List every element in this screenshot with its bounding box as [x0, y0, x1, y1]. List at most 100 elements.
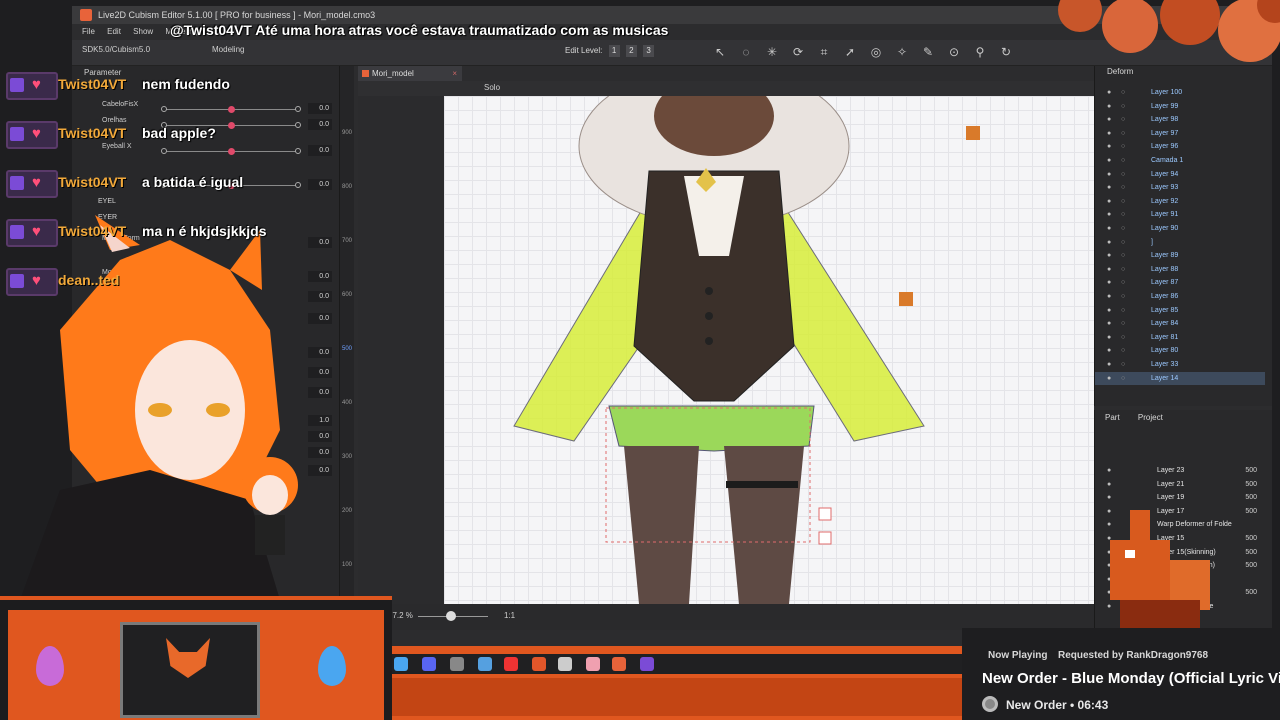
slider-knob[interactable] — [228, 106, 235, 113]
youtube-icon[interactable] — [504, 657, 518, 671]
param-value[interactable]: 0.0 — [308, 103, 332, 114]
layer-row[interactable]: ● ○ Layer 84 — [1095, 317, 1265, 330]
lock-icon[interactable]: ○ — [1121, 263, 1125, 276]
slider-max-point[interactable] — [295, 148, 301, 154]
slider-max-point[interactable] — [295, 122, 301, 128]
layer-row[interactable]: ● ○ Layer 80 — [1095, 344, 1265, 357]
tab-mori-model[interactable]: Mori_model × — [358, 66, 462, 81]
eye-icon[interactable]: ● — [1107, 113, 1111, 126]
tab-project[interactable]: Project — [1138, 413, 1163, 422]
lock-icon[interactable]: ○ — [1121, 317, 1125, 330]
rotate-tool-icon[interactable]: ⟳ — [790, 44, 806, 60]
layer-row[interactable]: ● ○ Layer 91 — [1095, 208, 1265, 221]
layer-row[interactable]: ● ○ Layer 89 — [1095, 249, 1265, 262]
slider-min-point[interactable] — [161, 148, 167, 154]
discord-icon[interactable] — [422, 657, 436, 671]
eye-icon[interactable]: ● — [1107, 127, 1111, 140]
lock-icon[interactable]: ○ — [1121, 249, 1125, 262]
group-eyel[interactable]: EYEL — [98, 198, 116, 205]
glue-tool-icon[interactable]: ⊙ — [946, 44, 962, 60]
edit-level-2[interactable]: 2 — [625, 45, 637, 57]
param-value[interactable]: 0.0 — [308, 179, 332, 190]
lock-icon[interactable]: ○ — [1121, 181, 1125, 194]
slider-knob[interactable] — [228, 148, 235, 155]
pin-tool-icon[interactable]: ⚲ — [972, 44, 988, 60]
eye-icon[interactable]: ● — [1107, 154, 1111, 167]
edit-level-3[interactable]: 3 — [643, 45, 655, 57]
eye-icon[interactable]: ● — [1107, 249, 1111, 262]
slider-knob[interactable] — [228, 122, 235, 129]
lock-icon[interactable]: ○ — [1121, 344, 1125, 357]
layer-row[interactable]: ● ○ Layer 14 — [1095, 371, 1265, 385]
eye-icon[interactable]: ● — [1107, 195, 1111, 208]
lock-icon[interactable]: ○ — [1121, 358, 1125, 371]
layer-row[interactable]: ● ○ Layer 99 — [1095, 100, 1265, 113]
model-canvas[interactable] — [444, 96, 1094, 604]
param-row[interactable]: CabeloFisX 0.0 — [72, 100, 334, 116]
eye-icon[interactable]: ● — [1107, 181, 1111, 194]
lock-icon[interactable]: ○ — [1121, 222, 1125, 235]
eye-icon[interactable]: ● — [1107, 290, 1111, 303]
arrow-tool-icon[interactable]: ↖ — [712, 44, 728, 60]
lock-icon[interactable]: ○ — [1121, 154, 1125, 167]
lock-icon[interactable]: ○ — [1121, 100, 1125, 113]
brave-icon[interactable] — [532, 657, 546, 671]
part-row[interactable]: ● Layer 21 500 — [1095, 478, 1271, 491]
layer-row[interactable]: ● ○ Layer 86 — [1095, 290, 1265, 303]
cubism-icon[interactable] — [612, 657, 626, 671]
lock-icon[interactable]: ○ — [1121, 208, 1125, 221]
layer-row[interactable]: ● ○ Layer 98 — [1095, 113, 1265, 126]
slider-min-point[interactable] — [161, 106, 167, 112]
eye-icon[interactable]: ● — [1107, 344, 1111, 357]
eye-icon[interactable]: ● — [1107, 478, 1111, 491]
eye-icon[interactable]: ● — [1107, 168, 1111, 181]
layer-row[interactable]: ● ○ Layer 90 — [1095, 222, 1265, 235]
lock-icon[interactable]: ○ — [1121, 372, 1125, 385]
transform-handle-icon[interactable] — [818, 531, 832, 545]
lock-icon[interactable]: ○ — [1121, 276, 1125, 289]
eye-icon[interactable]: ● — [1107, 276, 1111, 289]
eye-icon[interactable]: ● — [1107, 236, 1111, 249]
layer-row[interactable]: ● ○ Layer 93 — [1095, 181, 1265, 194]
delete-handle-icon[interactable] — [818, 507, 832, 521]
lock-icon[interactable]: ○ — [1121, 236, 1125, 249]
layer-row[interactable]: ● ○ Layer 94 — [1095, 168, 1265, 181]
part-row[interactable]: ● Layer 23 500 — [1095, 464, 1271, 477]
eye-icon[interactable]: ● — [1107, 208, 1111, 221]
lasso-tool-icon[interactable]: ◌ — [738, 44, 754, 60]
eye-icon[interactable]: ● — [1107, 222, 1111, 235]
app-icon[interactable] — [558, 657, 572, 671]
brush-tool-icon[interactable]: ✎ — [920, 44, 936, 60]
param-slider[interactable] — [161, 106, 301, 113]
eye-icon[interactable]: ● — [1107, 100, 1111, 113]
eye-icon[interactable]: ● — [1107, 331, 1111, 344]
layer-row[interactable]: ● ○ Camada 1 — [1095, 154, 1265, 167]
lock-icon[interactable]: ○ — [1121, 195, 1125, 208]
obs-icon[interactable] — [450, 657, 464, 671]
layer-row[interactable]: ● ○ Layer 88 — [1095, 263, 1265, 276]
eye-icon[interactable]: ● — [1107, 140, 1111, 153]
eye-icon[interactable]: ● — [1107, 358, 1111, 371]
layer-row[interactable]: ● ○ Layer 96 — [1095, 140, 1265, 153]
lock-icon[interactable]: ○ — [1121, 304, 1125, 317]
layer-row[interactable]: ● ○ Layer 92 — [1095, 195, 1265, 208]
slider-max-point[interactable] — [295, 182, 301, 188]
layer-row[interactable]: ● ○ Layer 97 — [1095, 127, 1265, 140]
mode-select[interactable]: Modeling — [212, 45, 244, 54]
sdk-select[interactable]: SDK5.0/Cubism5.0 — [82, 45, 150, 54]
lock-icon[interactable]: ○ — [1121, 113, 1125, 126]
eye-icon[interactable]: ● — [1107, 317, 1111, 330]
eye-icon[interactable]: ● — [1107, 263, 1111, 276]
eye-icon[interactable]: ● — [1107, 86, 1111, 99]
warp-tool-icon[interactable]: ✳ — [764, 44, 780, 60]
eye-icon[interactable]: ● — [1107, 464, 1111, 477]
param-slider[interactable] — [161, 148, 301, 155]
lock-icon[interactable]: ○ — [1121, 86, 1125, 99]
steam-icon[interactable] — [394, 657, 408, 671]
vtube-icon[interactable] — [586, 657, 600, 671]
eye-icon[interactable]: ● — [1107, 304, 1111, 317]
twitch-icon[interactable] — [640, 657, 654, 671]
magic-tool-icon[interactable]: ✧ — [894, 44, 910, 60]
target-tool-icon[interactable]: ◎ — [868, 44, 884, 60]
layer-row[interactable]: ● ○ Layer 33 — [1095, 358, 1265, 371]
